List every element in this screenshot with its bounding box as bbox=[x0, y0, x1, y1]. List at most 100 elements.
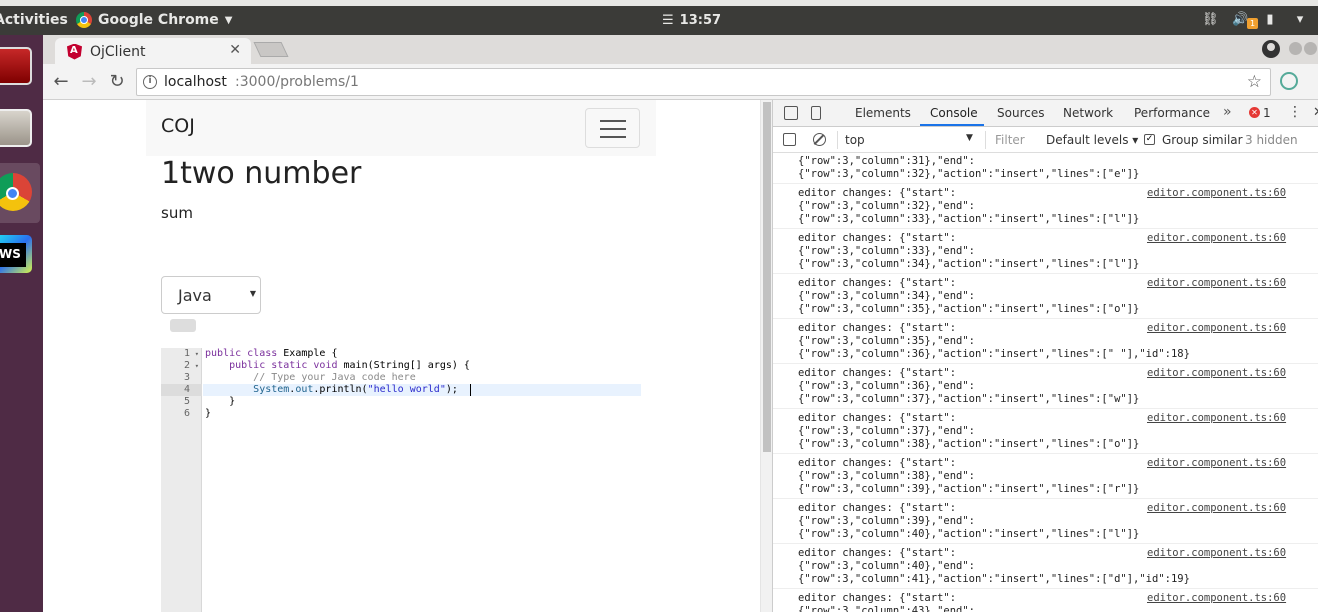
console-source-link[interactable]: editor.component.ts:60 bbox=[1147, 502, 1286, 515]
volume-icon[interactable]: 🔊 bbox=[1232, 12, 1248, 27]
group-similar-checkbox[interactable]: ✓ bbox=[1144, 134, 1155, 145]
dock-item-webstorm[interactable]: WS bbox=[0, 227, 40, 287]
more-tabs-icon[interactable]: » bbox=[1223, 104, 1232, 120]
navbar-brand[interactable]: COJ bbox=[161, 115, 195, 137]
active-tab-indicator bbox=[920, 124, 984, 126]
dock-item-terminal[interactable] bbox=[0, 35, 40, 95]
console-message-text: {"row":3,"column":37},"end": bbox=[798, 425, 976, 437]
page-scrollbar[interactable] bbox=[760, 100, 772, 612]
activities-button[interactable]: Activities bbox=[0, 12, 68, 28]
console-source-link[interactable]: editor.component.ts:60 bbox=[1147, 232, 1286, 245]
console-source-link[interactable]: editor.component.ts:60 bbox=[1147, 457, 1286, 470]
clear-console-icon[interactable] bbox=[813, 133, 826, 146]
tab-network[interactable]: Network bbox=[1063, 106, 1113, 120]
console-message[interactable]: editor changes: {"start": {"row":3,"colum… bbox=[773, 275, 1318, 319]
app-menu-label: Google Chrome bbox=[98, 12, 219, 28]
console-message-text: {"row":3,"column":32},"action":"insert",… bbox=[798, 168, 1140, 180]
code-line[interactable]: } bbox=[205, 396, 235, 408]
maximize-window-button[interactable] bbox=[1304, 42, 1317, 55]
chrome-logo-icon bbox=[76, 12, 92, 28]
console-source-link[interactable]: editor.component.ts:60 bbox=[1147, 367, 1286, 380]
console-message[interactable]: editor changes: {"start": {"row":3,"colum… bbox=[773, 545, 1318, 589]
page-scrollbar-thumb[interactable] bbox=[763, 102, 771, 452]
profile-icon[interactable] bbox=[1262, 40, 1280, 58]
back-icon[interactable]: ← bbox=[50, 71, 72, 93]
console-message-text: {"row":3,"column":40},"action":"insert",… bbox=[798, 528, 1140, 540]
console-message[interactable]: editor changes: {"start": {"row":3,"colum… bbox=[773, 365, 1318, 409]
address-bar[interactable]: i localhost :3000/problems/1 ☆ bbox=[136, 68, 1271, 96]
url-path: :3000/problems/1 bbox=[235, 74, 359, 90]
tab-console[interactable]: Console bbox=[930, 106, 978, 120]
devtools-close-icon[interactable]: ✕ bbox=[1313, 105, 1318, 120]
code-line[interactable]: public static void main(String[] args) { bbox=[205, 360, 470, 372]
console-message-text: editor changes: {"start": bbox=[798, 547, 957, 559]
tab-ojclient[interactable]: OjClient ✕ bbox=[55, 38, 251, 65]
reset-button[interactable] bbox=[170, 319, 196, 332]
power-menu-icon[interactable]: ▾ bbox=[1292, 12, 1308, 27]
tab-elements[interactable]: Elements bbox=[855, 106, 911, 120]
sidebar-toggle-icon[interactable] bbox=[783, 133, 796, 146]
log-levels-dropdown[interactable]: Default levels ▾ bbox=[1046, 133, 1138, 147]
code-editor[interactable]: 1 ▾ 2 ▾ 3 4 5 6 public class Example { public s… bbox=[161, 348, 641, 612]
code-line[interactable]: System.out.println("hello world"); bbox=[203, 384, 641, 396]
launcher-dock: WS bbox=[0, 35, 43, 612]
inspect-element-icon[interactable] bbox=[784, 106, 798, 120]
tab-close-icon[interactable]: ✕ bbox=[229, 42, 241, 58]
console-message-text: editor changes: {"start": bbox=[798, 592, 957, 604]
code-line[interactable]: // Type your Java code here bbox=[205, 372, 416, 384]
console-source-link[interactable]: editor.component.ts:60 bbox=[1147, 277, 1286, 290]
console-message-text: {"row":3,"column":36},"end": bbox=[798, 380, 976, 392]
tab-performance[interactable]: Performance bbox=[1134, 106, 1210, 120]
console-message-text: editor changes: {"start": bbox=[798, 277, 957, 289]
language-select[interactable]: Java ▼ bbox=[161, 276, 261, 314]
fold-toggle-icon[interactable]: ▾ bbox=[195, 348, 199, 360]
console-message[interactable]: editor changes: {"start": {"row":3,"colum… bbox=[773, 410, 1318, 454]
console-source-link[interactable]: editor.component.ts:60 bbox=[1147, 187, 1286, 200]
console-source-link[interactable]: editor.component.ts:60 bbox=[1147, 592, 1286, 605]
context-select[interactable]: top bbox=[845, 133, 865, 147]
new-tab-button[interactable] bbox=[253, 42, 289, 57]
dock-item-files[interactable] bbox=[0, 99, 40, 159]
console-source-link[interactable]: editor.component.ts:60 bbox=[1147, 547, 1286, 560]
console-filter-input[interactable]: Filter bbox=[995, 133, 1025, 147]
console-message[interactable]: editor changes: {"start": {"row":3,"colum… bbox=[773, 320, 1318, 364]
console-output[interactable]: {"row":3,"column":31},"end": {"row":3,"co… bbox=[773, 153, 1318, 612]
console-message[interactable]: editor changes: {"start": {"row":3,"colum… bbox=[773, 590, 1318, 612]
navbar-toggler-button[interactable] bbox=[585, 108, 640, 148]
bookmark-star-icon[interactable]: ☆ bbox=[1247, 72, 1262, 92]
url-host: localhost bbox=[164, 74, 227, 90]
error-icon[interactable]: ✕ bbox=[1249, 107, 1260, 118]
dock-item-chrome[interactable] bbox=[0, 163, 40, 223]
console-message[interactable]: editor changes: {"start": {"row":3,"colum… bbox=[773, 185, 1318, 229]
info-icon[interactable]: i bbox=[143, 75, 157, 89]
console-message[interactable]: editor changes: {"start": {"row":3,"colum… bbox=[773, 455, 1318, 499]
extension-badge: 1 bbox=[1247, 18, 1258, 29]
clock[interactable]: ☰ 13:57 bbox=[662, 13, 721, 28]
app-menu[interactable]: Google Chrome ▼ bbox=[76, 12, 232, 28]
problem-description: sum bbox=[161, 204, 193, 222]
console-message[interactable]: editor changes: {"start": {"row":3,"colum… bbox=[773, 500, 1318, 544]
minimize-window-button[interactable] bbox=[1289, 42, 1302, 55]
extension-icon[interactable] bbox=[1280, 72, 1298, 90]
chevron-down-icon[interactable]: ▼ bbox=[966, 133, 973, 143]
console-message[interactable]: editor changes: {"start": {"row":3,"colum… bbox=[773, 230, 1318, 274]
fold-toggle-icon[interactable]: ▾ bbox=[195, 360, 199, 372]
tab-sources[interactable]: Sources bbox=[997, 106, 1044, 120]
console-source-link[interactable]: editor.component.ts:60 bbox=[1147, 322, 1286, 335]
devtools-menu-icon[interactable]: ⋮ bbox=[1288, 104, 1302, 120]
code-line[interactable]: public class Example { bbox=[205, 348, 337, 360]
battery-icon[interactable]: ▮ bbox=[1262, 12, 1278, 27]
forward-icon[interactable]: → bbox=[78, 71, 100, 93]
code-line[interactable]: } bbox=[205, 408, 211, 420]
error-count[interactable]: 1 bbox=[1263, 106, 1271, 120]
clear-console-icon-slash bbox=[813, 134, 824, 145]
clock-time: 13:57 bbox=[679, 13, 722, 28]
editor-gutter: 1 ▾ 2 ▾ 3 4 5 6 bbox=[161, 348, 202, 612]
console-message-text: editor changes: {"start": bbox=[798, 322, 957, 334]
network-icon[interactable]: ⛓ bbox=[1202, 12, 1219, 27]
reload-icon[interactable]: ↻ bbox=[106, 71, 128, 93]
device-toolbar-icon[interactable] bbox=[811, 106, 821, 120]
console-message[interactable]: {"row":3,"column":31},"end": {"row":3,"co… bbox=[773, 153, 1318, 184]
console-source-link[interactable]: editor.component.ts:60 bbox=[1147, 412, 1286, 425]
line-number: 5 bbox=[183, 396, 190, 407]
